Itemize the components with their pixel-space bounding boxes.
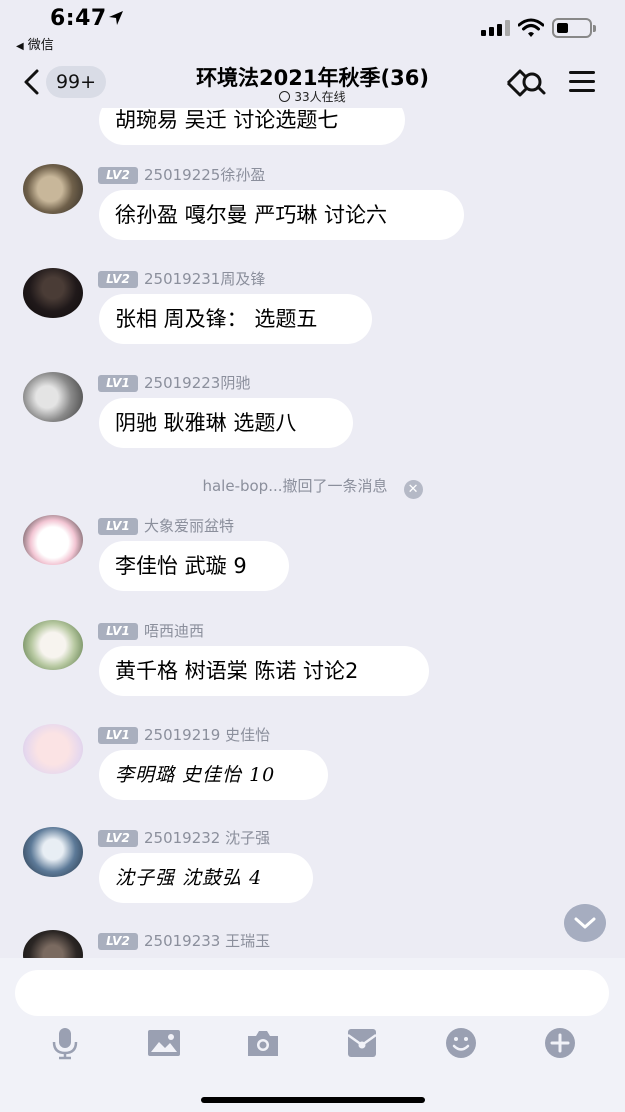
- sender-name[interactable]: 大象爱丽盆特: [144, 517, 234, 535]
- red-packet-icon[interactable]: [345, 1026, 379, 1060]
- location-arrow-icon: [109, 11, 123, 25]
- home-indicator[interactable]: [201, 1097, 425, 1103]
- close-icon[interactable]: ✕: [403, 480, 423, 499]
- avatar[interactable]: [23, 930, 83, 958]
- level-badge: LV2: [98, 271, 138, 288]
- invite-friends-icon[interactable]: [505, 66, 547, 98]
- sender-meta: LV1 25019223阴驰: [98, 372, 250, 392]
- message-bubble[interactable]: 阴驰 耿雅琳 选题八: [99, 398, 353, 448]
- avatar[interactable]: [23, 372, 83, 422]
- online-count-label: 33人在线: [294, 90, 346, 104]
- sender-name[interactable]: 25019232 沈子强: [144, 829, 270, 847]
- sender-meta: LV2 25019225徐孙盈: [98, 164, 265, 184]
- back-triangle-icon: ◀: [16, 41, 24, 52]
- sender-meta: LV2 25019233 王瑞玉: [98, 930, 270, 950]
- message-bubble[interactable]: 沈子强 沈鼓弘 4: [99, 853, 313, 903]
- level-badge: LV2: [98, 830, 138, 847]
- camera-icon[interactable]: [246, 1026, 280, 1060]
- menu-icon[interactable]: [569, 71, 595, 93]
- level-badge: LV1: [98, 375, 138, 392]
- battery-icon: [552, 18, 596, 38]
- sender-meta: LV1 唔西迪西: [98, 620, 204, 640]
- emoji-icon[interactable]: [444, 1026, 478, 1060]
- sender-meta: LV2 25019232 沈子强: [98, 827, 270, 847]
- avatar[interactable]: [23, 268, 83, 318]
- level-badge: LV1: [98, 727, 138, 744]
- message-bubble[interactable]: 黄千格 树语棠 陈诺 讨论2: [99, 646, 429, 696]
- level-badge: LV2: [98, 167, 138, 184]
- plus-icon[interactable]: [543, 1026, 577, 1060]
- message-bubble[interactable]: 李明璐 史佳怡 10: [99, 750, 328, 800]
- message-input[interactable]: [15, 970, 609, 1016]
- sender-meta: LV1 25019219 史佳怡: [98, 724, 270, 744]
- chevron-down-icon[interactable]: [564, 904, 606, 942]
- sender-name[interactable]: 25019233 王瑞玉: [144, 932, 270, 950]
- chat-header: 99+ 环境法2021年秋季(36) 33人在线: [0, 58, 625, 108]
- avatar[interactable]: [23, 724, 83, 774]
- image-icon[interactable]: [147, 1026, 181, 1060]
- recall-text: hale-bop...撤回了一条消息: [202, 477, 388, 495]
- back-app-label: 微信: [27, 38, 54, 53]
- sender-name[interactable]: 25019225徐孙盈: [144, 166, 265, 184]
- online-icon: [279, 91, 291, 102]
- avatar[interactable]: [23, 620, 83, 670]
- sender-meta: LV2 25019231周及锋: [98, 268, 265, 288]
- avatar[interactable]: [23, 164, 83, 214]
- message-bubble[interactable]: 胡琬易 吴迁 讨论选题七: [99, 108, 405, 145]
- level-badge: LV2: [98, 933, 138, 950]
- sender-name[interactable]: 25019219 史佳怡: [144, 726, 270, 744]
- clock: 6:47: [50, 6, 107, 31]
- avatar[interactable]: [23, 827, 83, 877]
- status-bar: 6:47 ◀ 微信: [0, 0, 625, 58]
- level-badge: LV1: [98, 623, 138, 640]
- sender-meta: LV1 大象爱丽盆特: [98, 515, 234, 535]
- sender-name[interactable]: 唔西迪西: [144, 622, 204, 640]
- avatar[interactable]: [23, 515, 83, 565]
- sender-name[interactable]: 25019223阴驰: [144, 374, 250, 392]
- sender-name[interactable]: 25019231周及锋: [144, 270, 265, 288]
- message-bubble[interactable]: 张相 周及锋： 选题五: [99, 294, 372, 344]
- input-area: [0, 958, 625, 1112]
- recall-notice: hale-bop...撤回了一条消息 ✕: [0, 475, 625, 499]
- cellular-signal-icon: [481, 20, 511, 36]
- microphone-icon[interactable]: [48, 1026, 82, 1060]
- level-badge: LV1: [98, 518, 138, 535]
- back-to-app-link[interactable]: ◀ 微信: [16, 34, 54, 53]
- message-bubble[interactable]: 徐孙盈 嘎尔曼 严巧琳 讨论六: [99, 190, 464, 240]
- message-bubble[interactable]: 李佳怡 武璇 9: [99, 541, 289, 591]
- message-list[interactable]: 胡琬易 吴迁 讨论选题七 LV2 25019225徐孙盈 徐孙盈 嘎尔曼 严巧琳 …: [0, 108, 625, 958]
- wifi-icon: [518, 18, 544, 37]
